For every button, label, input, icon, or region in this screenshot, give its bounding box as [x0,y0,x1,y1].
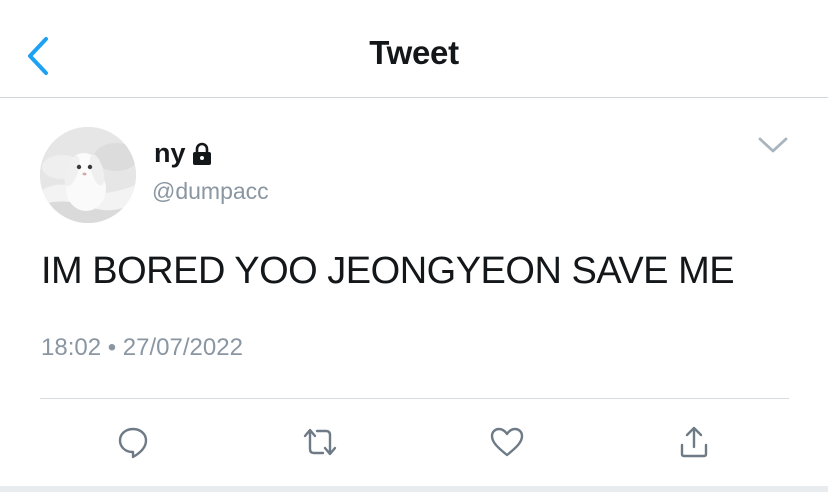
tweet-text: IM BORED YOO JEONGYEON SAVE ME [41,250,735,292]
chevron-down-icon [758,137,788,153]
share-button[interactable] [674,422,714,462]
user-handle[interactable]: @dumpacc [152,178,269,205]
lock-icon [190,142,214,166]
retweet-button[interactable] [300,422,340,462]
share-icon [680,426,708,458]
retweet-icon [303,428,337,456]
page-title: Tweet [369,34,459,71]
bottom-edge [0,486,828,492]
heart-icon [490,427,524,457]
avatar[interactable] [40,127,136,223]
like-button[interactable] [487,422,527,462]
author-name-row[interactable]: ny [154,136,214,170]
divider [40,398,789,399]
top-bar: Tweet [0,0,828,98]
rabbit-image [40,127,136,223]
tweet-timestamp: 18:02 • 27/07/2022 [41,334,243,361]
tweet-menu-button[interactable] [755,132,791,158]
reply-button[interactable] [113,422,153,462]
display-name[interactable]: ny [154,138,186,169]
reply-icon [118,427,148,459]
